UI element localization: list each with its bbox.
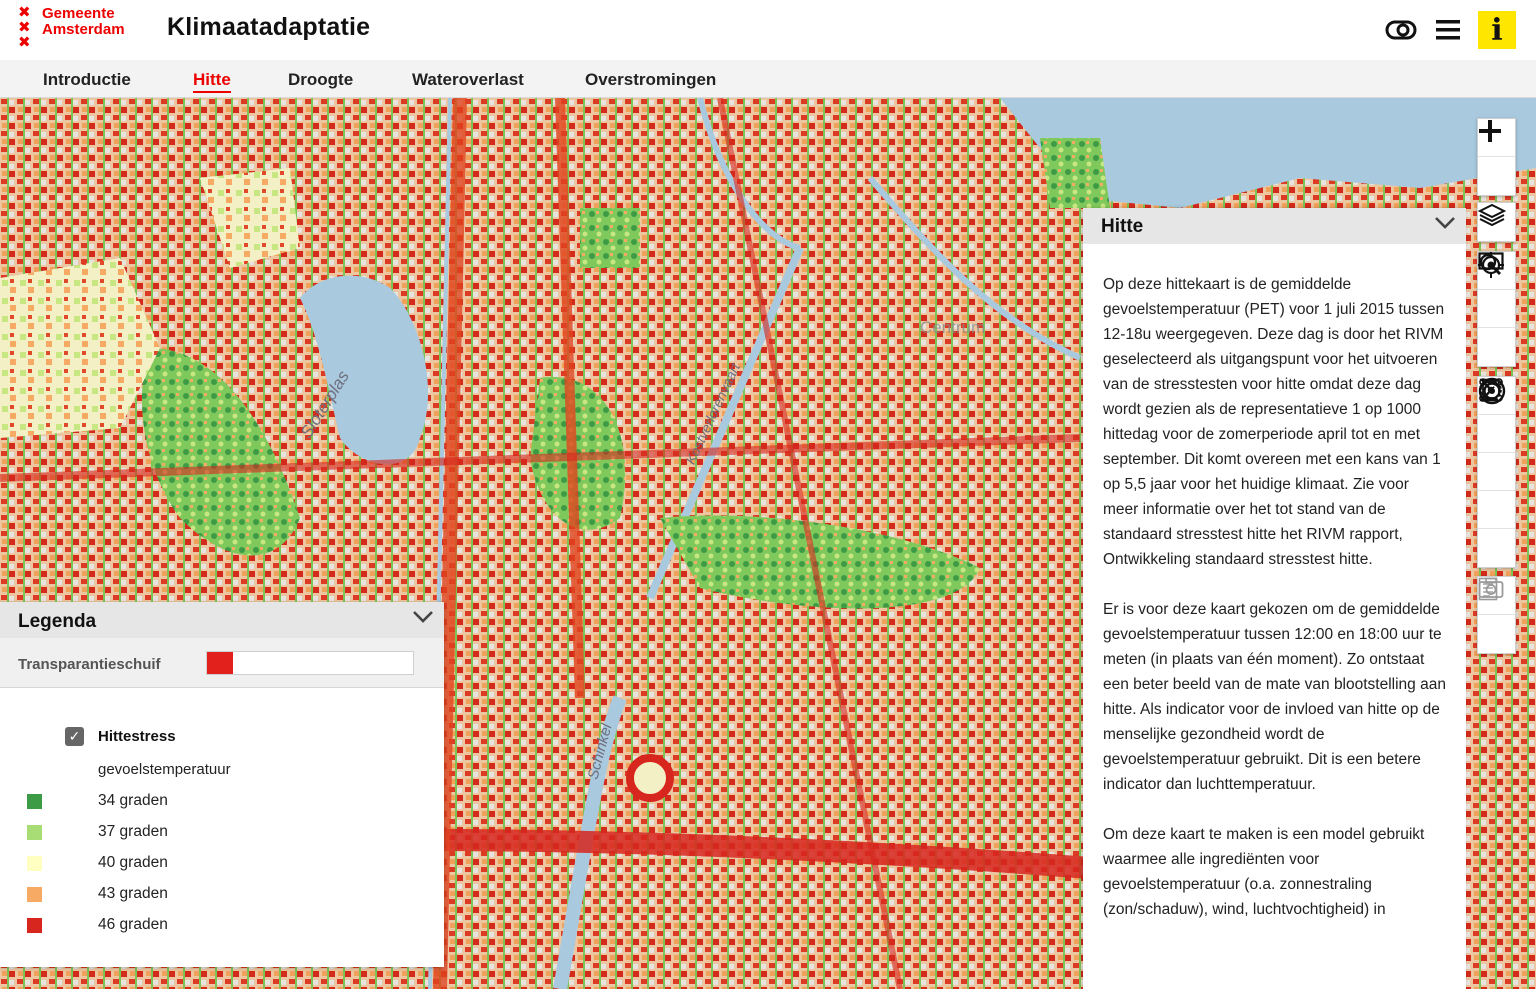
- layer-name: Hittestress: [98, 728, 176, 745]
- legend-item: 40 graden: [27, 854, 168, 872]
- target-icon[interactable]: [1478, 377, 1515, 529]
- logo-line-2: Amsterdam: [42, 21, 125, 38]
- legend-header[interactable]: Legenda: [0, 602, 444, 638]
- layers-control: [1477, 202, 1516, 242]
- tab-overstromingen[interactable]: Overstromingen: [585, 70, 716, 90]
- measure-area-icon[interactable]: [1478, 378, 1515, 453]
- legend-item: 46 graden: [27, 916, 168, 934]
- info-panel-hitte: Hitte Op deze hittekaart is de gemiddeld…: [1083, 208, 1466, 989]
- menu-icon[interactable]: [1430, 12, 1466, 48]
- legend-swatch: [27, 793, 42, 809]
- gemeente-amsterdam-logo[interactable]: ✖ ✖ ✖ Gemeente Amsterdam: [18, 5, 158, 55]
- tab-wateroverlast[interactable]: Wateroverlast: [412, 70, 524, 90]
- legend-swatch: [27, 886, 42, 902]
- legend-item-label: 34 graden: [98, 792, 168, 809]
- legend-item: 43 graden: [27, 885, 168, 903]
- tab-hitte[interactable]: Hitte: [193, 70, 231, 93]
- info-panel-title: Hitte: [1101, 216, 1144, 237]
- navigation-tools: [1477, 251, 1516, 367]
- locate-icon[interactable]: [1478, 252, 1515, 328]
- app-title: Klimaatadaptatie: [167, 13, 371, 41]
- info-paragraph: Op deze hittekaart is de gemiddelde gevo…: [1103, 276, 1445, 568]
- measure-tools: [1477, 376, 1516, 568]
- legend-item-label: 43 graden: [98, 885, 168, 902]
- tab-introductie[interactable]: Introductie: [43, 70, 131, 90]
- legend-title: Legenda: [18, 611, 97, 632]
- chevron-down-icon[interactable]: [412, 610, 434, 629]
- zoom-out-icon[interactable]: [1478, 129, 1515, 195]
- transparency-slider-handle[interactable]: [207, 652, 233, 674]
- transparency-row: Transparantieschuif: [0, 638, 444, 688]
- eye-icon[interactable]: [1383, 12, 1419, 48]
- legend-swatch: [27, 824, 42, 840]
- legend-item: 34 graden: [27, 792, 168, 810]
- legend-swatch: [27, 855, 42, 871]
- info-paragraph: Er is voor deze kaart gekozen om de gemi…: [1103, 601, 1446, 793]
- legend-item: 37 graden: [27, 823, 168, 841]
- legend-swatch: [27, 917, 42, 933]
- legend-panel: Legenda Transparantieschuif ✓ Hittestres…: [0, 602, 444, 967]
- logo-line-1: Gemeente: [42, 5, 115, 22]
- export-tools: [1477, 576, 1516, 654]
- layers-icon[interactable]: [1478, 203, 1515, 241]
- search-icon[interactable]: [1478, 253, 1515, 366]
- legend-item-label: 40 graden: [98, 854, 168, 871]
- report-icon[interactable]: [1478, 577, 1515, 653]
- transparency-label: Transparantieschuif: [18, 656, 161, 673]
- legend-item-label: 46 graden: [98, 916, 168, 933]
- chevron-down-icon[interactable]: [1434, 216, 1456, 235]
- sum-icon[interactable]: [1478, 378, 1515, 567]
- tab-bar: Introductie Hitte Droogte Wateroverlast …: [0, 60, 1536, 98]
- info-paragraph: Om deze kaart te maken is een model gebr…: [1103, 826, 1425, 918]
- checkbox-checked-icon[interactable]: ✓: [65, 727, 84, 746]
- radius-icon[interactable]: [1478, 379, 1515, 491]
- app-header: ✖ ✖ ✖ Gemeente Amsterdam Klimaatadaptatie …: [0, 0, 1536, 60]
- transparency-slider[interactable]: [206, 651, 414, 675]
- zoom-controls: [1477, 118, 1516, 196]
- map-label-centrum: Centrum: [920, 318, 985, 337]
- amsterdam-crosses-icon: ✖ ✖ ✖: [18, 4, 31, 51]
- info-panel-body: Op deze hittekaart is de gemiddelde gevo…: [1083, 244, 1466, 922]
- info-panel-header[interactable]: Hitte: [1083, 208, 1466, 244]
- legend-item-label: 37 graden: [98, 823, 168, 840]
- legend-sub-label: gevoelstemperatuur: [98, 761, 231, 778]
- layer-toggle-hittestress[interactable]: ✓ Hittestress: [65, 727, 176, 746]
- info-button[interactable]: i: [1478, 11, 1516, 49]
- tab-droogte[interactable]: Droogte: [288, 70, 353, 90]
